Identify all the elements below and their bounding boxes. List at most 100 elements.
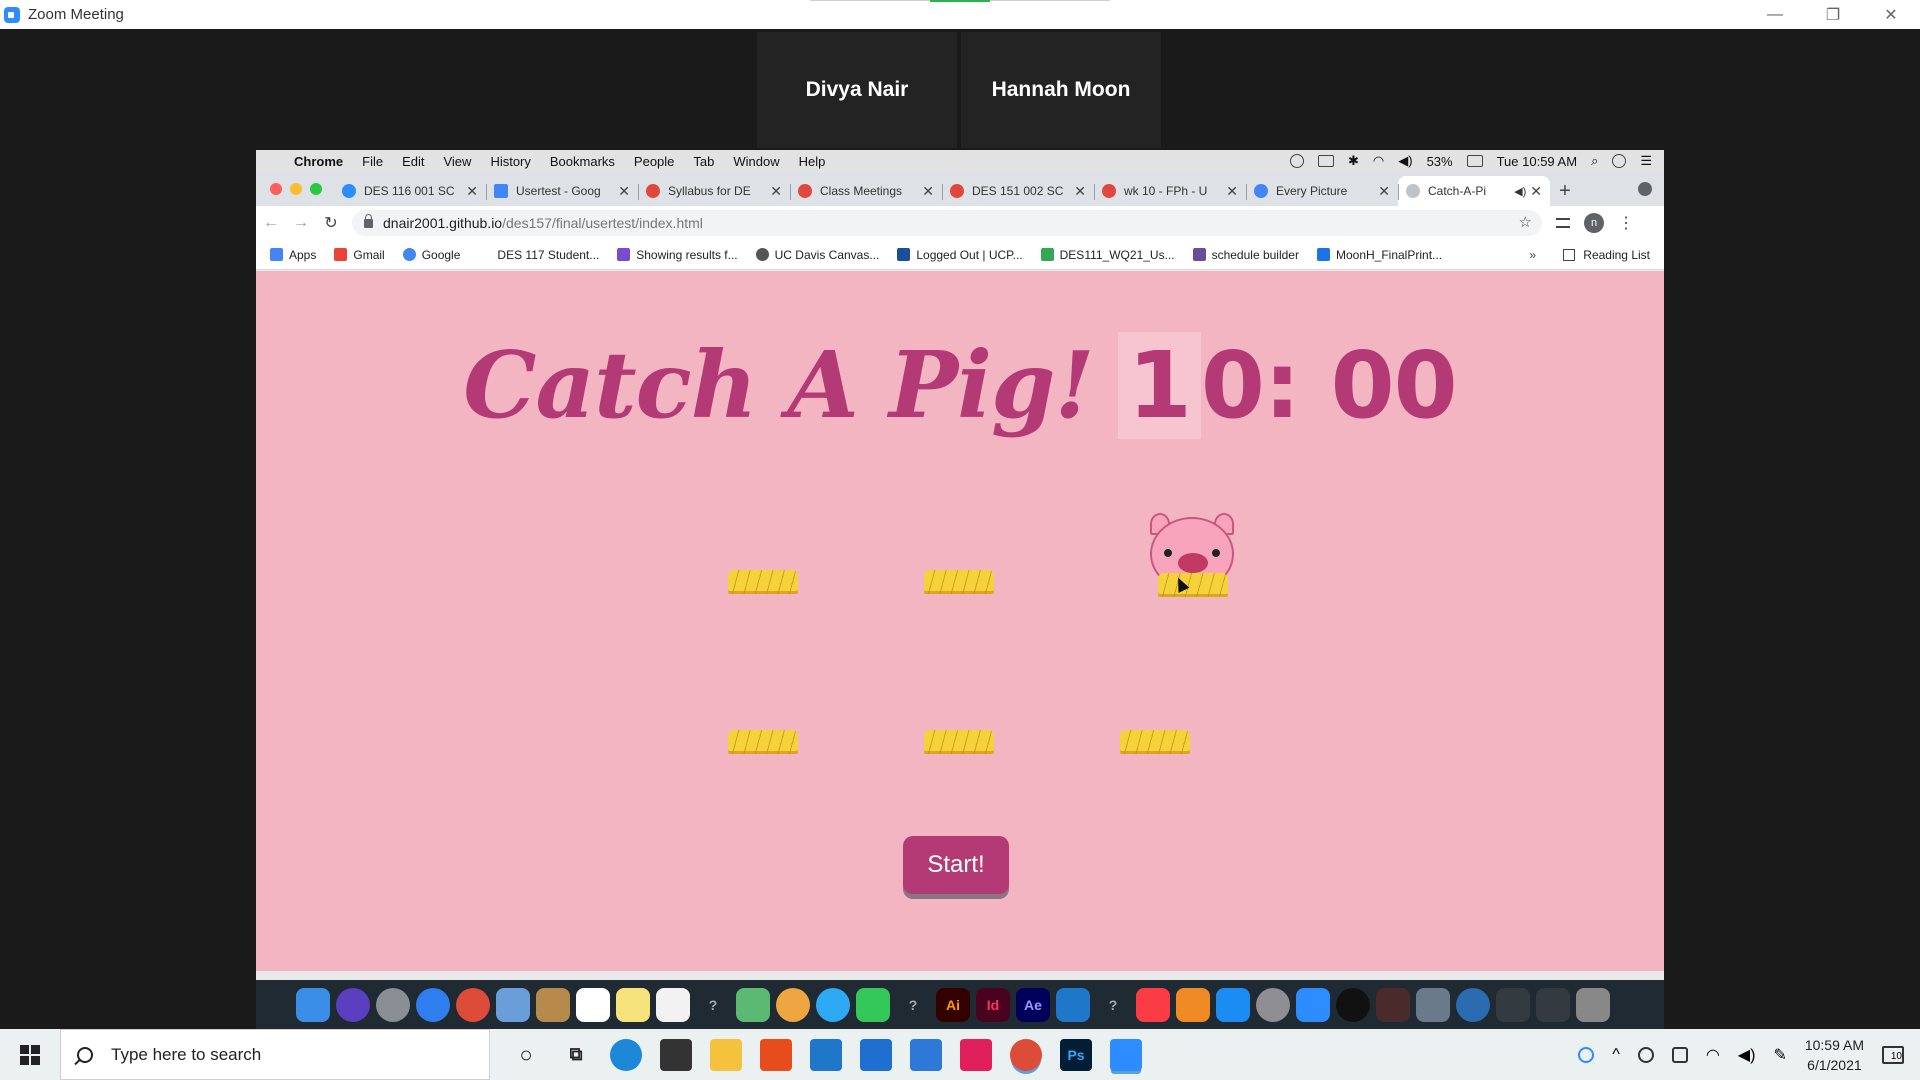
menu-tab[interactable]: Tab <box>693 154 714 169</box>
show-hidden-icons-icon[interactable]: ^ <box>1612 1046 1620 1064</box>
more-bookmarks-icon[interactable]: » <box>1529 248 1536 262</box>
taskbar-clock[interactable]: 10:59 AM 6/1/2021 <box>1805 1035 1864 1075</box>
pen-icon[interactable]: ✎ <box>1773 1045 1786 1065</box>
menu-help[interactable]: Help <box>799 154 826 169</box>
bookmark-moonh[interactable]: MoonH_FinalPrint... <box>1316 248 1442 262</box>
battery-icon[interactable] <box>1466 155 1483 167</box>
trash-icon[interactable] <box>1576 988 1610 1022</box>
reminders-icon[interactable] <box>656 988 690 1022</box>
illustrator-icon[interactable]: Ai <box>936 988 970 1022</box>
tab-close-icon[interactable]: ✕ <box>1530 183 1542 200</box>
launchpad-icon[interactable] <box>376 988 410 1022</box>
microphone-icon[interactable] <box>1637 1046 1654 1063</box>
chrome-dock-icon[interactable] <box>456 988 490 1022</box>
browser-tab-active[interactable]: Catch-A-Pi ◀) ✕ <box>1398 176 1550 206</box>
calendar-icon[interactable] <box>576 988 610 1022</box>
siri-icon[interactable] <box>1612 154 1627 168</box>
office-icon[interactable] <box>760 1038 792 1071</box>
menu-edit[interactable]: Edit <box>402 154 424 169</box>
menu-app-name[interactable]: Chrome <box>294 154 343 169</box>
fullscreen-window-icon[interactable] <box>310 183 322 195</box>
zoom-dock-icon[interactable] <box>1296 988 1330 1022</box>
file-explorer-icon[interactable] <box>710 1038 742 1071</box>
bookmark-canvas[interactable]: UC Davis Canvas... <box>755 248 879 262</box>
messages-icon[interactable] <box>816 988 850 1022</box>
wifi-icon[interactable]: ◠ <box>1373 153 1384 169</box>
new-tab-button[interactable]: + <box>1550 176 1580 206</box>
after-effects-icon[interactable]: Ae <box>1016 988 1050 1022</box>
zoom-taskbar-icon[interactable] <box>1110 1038 1142 1071</box>
taskbar-search-box[interactable]: Type here to search <box>60 1029 490 1080</box>
lock-icon[interactable] <box>364 213 373 228</box>
tab-search-icon[interactable] <box>1638 182 1652 196</box>
bookmark-des111[interactable]: DES111_WQ21_Us... <box>1040 248 1175 262</box>
mail-icon[interactable] <box>860 1038 892 1071</box>
tab-close-icon[interactable]: ✕ <box>1226 183 1238 200</box>
menu-bookmarks[interactable]: Bookmarks <box>550 154 615 169</box>
control-center-icon[interactable]: ☰ <box>1640 153 1652 169</box>
app-store-icon[interactable] <box>1216 988 1250 1022</box>
participant-tile[interactable]: Divya Nair <box>757 32 957 148</box>
bluetooth-icon[interactable]: ✱ <box>1348 153 1359 169</box>
hay-hole[interactable] <box>1120 726 1190 754</box>
finder-icon[interactable] <box>296 988 330 1022</box>
books-icon[interactable] <box>1176 988 1210 1022</box>
bookmark-showing-results[interactable]: Showing results f... <box>617 248 738 262</box>
safari-icon[interactable] <box>416 988 450 1022</box>
restore-button[interactable]: ❐ <box>1804 0 1862 29</box>
media-control-icon[interactable] <box>1556 218 1570 228</box>
bookmark-google[interactable]: Google <box>402 248 460 262</box>
battery-tray-icon[interactable] <box>1671 1046 1688 1063</box>
unknown-app-icon[interactable]: ? <box>696 988 730 1022</box>
notes-icon[interactable] <box>616 988 650 1022</box>
speaker-icon[interactable]: ◀) <box>1738 1045 1756 1065</box>
browser-tab[interactable]: DES 151 002 SC ✕ <box>942 176 1094 206</box>
store-icon[interactable] <box>660 1038 692 1071</box>
siri-dock-icon[interactable] <box>336 988 370 1022</box>
task-view-icon[interactable]: ⧉ <box>560 1039 592 1071</box>
bookmark-schedule-builder[interactable]: schedule builder <box>1192 248 1299 262</box>
chrome-menu-icon[interactable]: ⋮ <box>1618 213 1634 233</box>
tab-close-icon[interactable]: ✕ <box>1074 183 1086 200</box>
maps-icon[interactable] <box>736 988 770 1022</box>
volume-icon[interactable]: ◀) <box>1398 153 1412 169</box>
minimize-window-icon[interactable] <box>290 183 302 195</box>
menu-people[interactable]: People <box>634 154 674 169</box>
reading-list-button[interactable]: Reading List <box>1563 248 1650 262</box>
minimize-button[interactable]: — <box>1746 0 1804 29</box>
menu-view[interactable]: View <box>443 154 471 169</box>
edge-icon[interactable] <box>610 1038 642 1071</box>
close-button[interactable]: ✕ <box>1862 0 1920 29</box>
omnibox[interactable]: dnair2001.github.io/des157/final/usertes… <box>352 210 1542 236</box>
terminal-window-icon[interactable] <box>1496 988 1530 1022</box>
vscode-icon[interactable] <box>810 1038 842 1071</box>
todo-icon[interactable] <box>910 1038 942 1071</box>
participant-tile[interactable]: Hannah Moon <box>961 32 1161 148</box>
bookmark-star-icon[interactable]: ☆ <box>1519 213 1532 231</box>
preview-doc-icon[interactable] <box>1416 988 1450 1022</box>
preview-icon[interactable] <box>496 988 530 1022</box>
creative-cloud-icon[interactable] <box>1289 154 1304 168</box>
slack-icon[interactable] <box>960 1038 992 1071</box>
bookmark-des117[interactable]: DES 117 Student... <box>478 248 599 262</box>
hay-hole[interactable] <box>728 726 798 754</box>
browser-tab[interactable]: Class Meetings ✕ <box>790 176 942 206</box>
tab-close-icon[interactable]: ✕ <box>922 183 934 200</box>
airplay-icon[interactable] <box>1317 155 1334 167</box>
spotlight-icon[interactable]: ⌕ <box>1591 153 1598 169</box>
facetime-icon[interactable] <box>856 988 890 1022</box>
browser-tab[interactable]: wk 10 - FPh - U ✕ <box>1094 176 1246 206</box>
music-icon[interactable] <box>1136 988 1170 1022</box>
back-button[interactable]: ← <box>256 214 286 232</box>
media-app-icon[interactable] <box>1376 988 1410 1022</box>
terminal-window-icon[interactable] <box>1536 988 1570 1022</box>
start-button[interactable]: Start! <box>903 836 1009 894</box>
wifi-tray-icon[interactable]: ◠ <box>1706 1045 1720 1065</box>
edge-dock-icon[interactable] <box>1456 988 1490 1022</box>
browser-tab[interactable]: Usertest - Goog ✕ <box>486 176 638 206</box>
help-icon[interactable] <box>1578 1046 1595 1063</box>
tab-close-icon[interactable]: ✕ <box>1378 183 1390 200</box>
unknown-app-icon[interactable]: ? <box>1096 988 1130 1022</box>
indesign-icon[interactable]: Id <box>976 988 1010 1022</box>
tab-close-icon[interactable]: ✕ <box>466 183 478 200</box>
